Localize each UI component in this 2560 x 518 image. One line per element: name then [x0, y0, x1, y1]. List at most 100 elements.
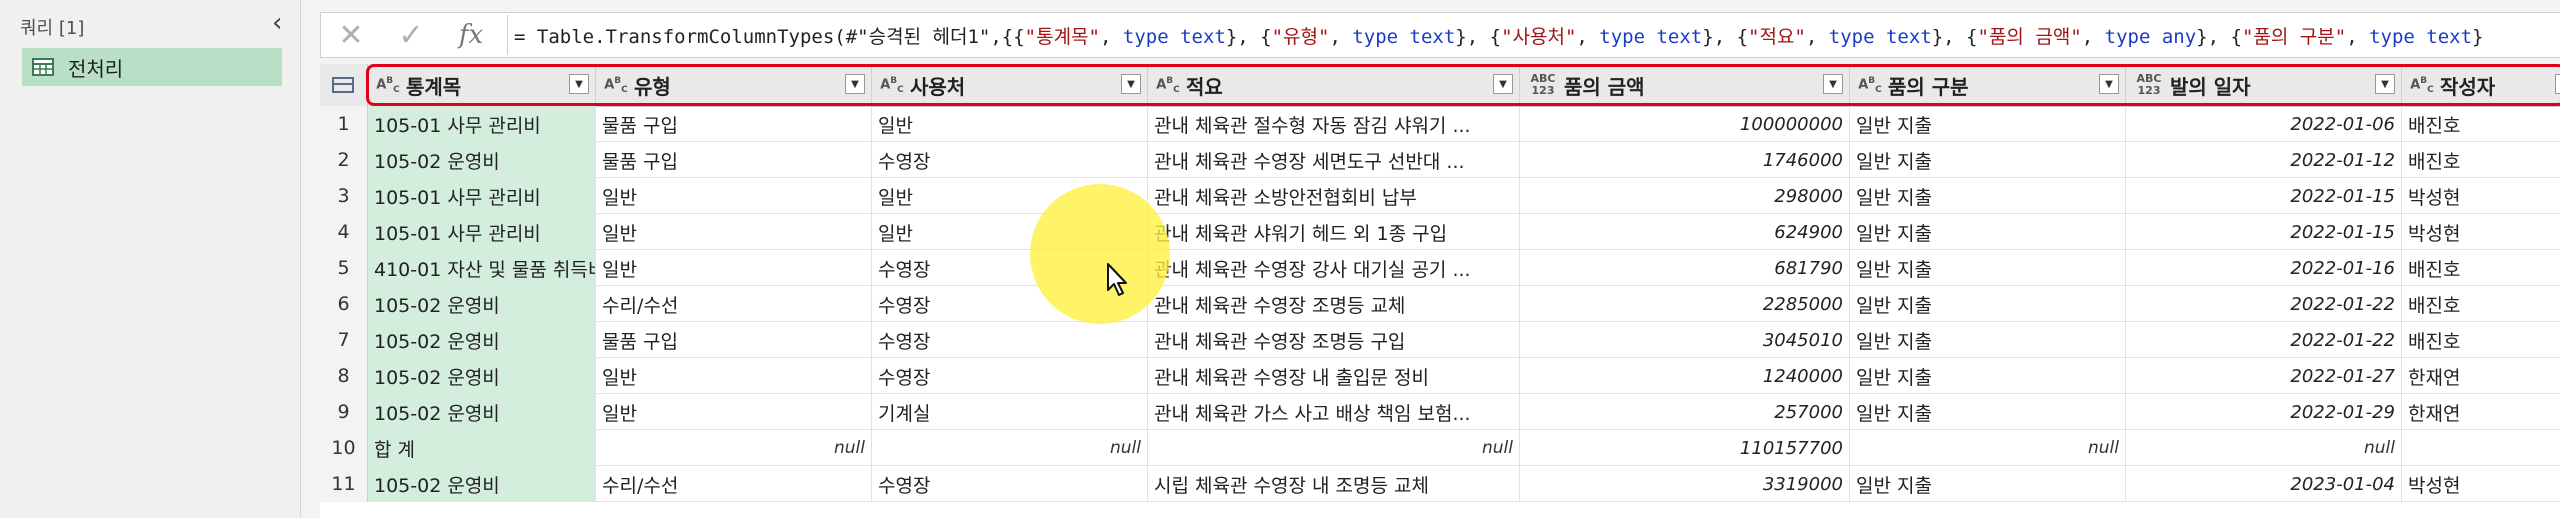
table-cell[interactable]: 1240000	[1520, 358, 1850, 394]
table-cell[interactable]: 한재연	[2402, 358, 2560, 394]
row-number[interactable]: 8	[320, 358, 368, 394]
row-number[interactable]: 1	[320, 106, 368, 142]
table-cell[interactable]: 배진호	[2402, 106, 2560, 142]
table-row[interactable]: 3 105-01 사무 관리비 일반 일반 관내 체육관 소방안전협회비 납부 29800…	[320, 178, 2560, 214]
table-cell[interactable]: 일반 지출	[1850, 358, 2126, 394]
any-type-icon[interactable]: ABC 123	[1528, 73, 1558, 97]
table-cell[interactable]: 2285000	[1520, 286, 1850, 322]
filter-dropdown-icon[interactable]: ▼	[2555, 74, 2560, 94]
column-header[interactable]: ABC 사용처 ▼	[872, 64, 1148, 106]
table-cell[interactable]: 수영장	[872, 322, 1148, 358]
table-cell[interactable]: 298000	[1520, 178, 1850, 214]
table-cell[interactable]: 수영장	[872, 466, 1148, 502]
table-cell[interactable]: 110157700	[1520, 430, 1850, 466]
table-cell[interactable]: 410-01 자산 및 물품 취득비	[368, 250, 596, 286]
table-cell[interactable]: 2022-01-16	[2126, 250, 2402, 286]
table-cell[interactable]: 박성현	[2402, 178, 2560, 214]
table-cell[interactable]: 관내 체육관 절수형 자동 잠김 샤워기 ...	[1148, 106, 1520, 142]
table-row[interactable]: 8 105-02 운영비 일반 수영장 관내 체육관 수영장 내 출입문 정비 12400…	[320, 358, 2560, 394]
text-type-icon[interactable]: ABC	[880, 75, 904, 96]
table-cell[interactable]: 일반	[596, 358, 872, 394]
column-header[interactable]: ABC 통계목 ▼	[368, 64, 596, 106]
table-cell[interactable]: 2022-01-27	[2126, 358, 2402, 394]
column-header[interactable]: ABC 작성자 ▼	[2402, 64, 2560, 106]
table-cell[interactable]: 일반 지출	[1850, 286, 2126, 322]
table-cell[interactable]: 681790	[1520, 250, 1850, 286]
table-cell[interactable]: 물품 구입	[596, 322, 872, 358]
cancel-icon[interactable]: ✕	[321, 18, 381, 53]
table-cell[interactable]: 관내 체육관 수영장 세면도구 선반대 ...	[1148, 142, 1520, 178]
row-number[interactable]: 6	[320, 286, 368, 322]
table-cell[interactable]: 일반	[872, 214, 1148, 250]
text-type-icon[interactable]: ABC	[1858, 75, 1882, 96]
table-cell[interactable]: 일반	[596, 214, 872, 250]
table-cell[interactable]: null	[1148, 430, 1520, 466]
row-number[interactable]: 10	[320, 430, 368, 466]
formula-input[interactable]: = Table.TransformColumnTypes(#"승격된 헤더1",…	[514, 22, 2483, 49]
table-cell[interactable]: 일반	[872, 178, 1148, 214]
table-cell[interactable]: null	[1850, 430, 2126, 466]
table-cell[interactable]: 1746000	[1520, 142, 1850, 178]
table-cell[interactable]: 한재연	[2402, 394, 2560, 430]
table-cell[interactable]: 105-01 사무 관리비	[368, 214, 596, 250]
table-cell[interactable]: 2022-01-15	[2126, 214, 2402, 250]
table-row[interactable]: 2 105-02 운영비 물품 구입 수영장 관내 체육관 수영장 세면도구 선반대 .…	[320, 142, 2560, 178]
table-cell[interactable]	[2402, 430, 2560, 466]
table-cell[interactable]: 2022-01-22	[2126, 286, 2402, 322]
table-cell[interactable]: 관내 체육관 소방안전협회비 납부	[1148, 178, 1520, 214]
table-row[interactable]: 4 105-01 사무 관리비 일반 일반 관내 체육관 샤워기 헤드 외 1종 구입 6…	[320, 214, 2560, 250]
table-row[interactable]: 7 105-02 운영비 물품 구입 수영장 관내 체육관 수영장 조명등 구입 3045…	[320, 322, 2560, 358]
table-cell[interactable]: 624900	[1520, 214, 1850, 250]
confirm-icon[interactable]: ✓	[381, 18, 441, 53]
table-cell[interactable]: 100000000	[1520, 106, 1850, 142]
table-cell[interactable]: 일반	[596, 178, 872, 214]
table-cell[interactable]: 일반 지출	[1850, 322, 2126, 358]
table-cell[interactable]: null	[872, 430, 1148, 466]
table-cell[interactable]: 일반	[596, 250, 872, 286]
table-row[interactable]: 10 합 계 null null null 110157700 null null	[320, 430, 2560, 466]
table-cell[interactable]: 배진호	[2402, 322, 2560, 358]
filter-dropdown-icon[interactable]: ▼	[1823, 74, 1843, 94]
any-type-icon[interactable]: ABC 123	[2134, 73, 2164, 97]
table-cell[interactable]: 105-02 운영비	[368, 286, 596, 322]
table-cell[interactable]: 2022-01-22	[2126, 322, 2402, 358]
table-cell[interactable]: 수영장	[872, 142, 1148, 178]
table-cell[interactable]: 박성현	[2402, 214, 2560, 250]
column-header[interactable]: ABC 유형 ▼	[596, 64, 872, 106]
table-cell[interactable]: null	[596, 430, 872, 466]
table-cell[interactable]: 기계실	[872, 394, 1148, 430]
table-cell[interactable]: 3045010	[1520, 322, 1850, 358]
table-cell[interactable]: 관내 체육관 가스 사고 배상 책임 보험...	[1148, 394, 1520, 430]
row-number[interactable]: 7	[320, 322, 368, 358]
table-cell[interactable]: 일반 지출	[1850, 466, 2126, 502]
table-cell[interactable]: 3319000	[1520, 466, 1850, 502]
text-type-icon[interactable]: ABC	[2410, 75, 2434, 96]
table-cell[interactable]: 배진호	[2402, 250, 2560, 286]
table-cell[interactable]: 배진호	[2402, 286, 2560, 322]
column-header[interactable]: ABC 품의 구분 ▼	[1850, 64, 2126, 106]
table-cell[interactable]: 257000	[1520, 394, 1850, 430]
table-cell[interactable]: 2022-01-29	[2126, 394, 2402, 430]
column-header[interactable]: ABC 123 품의 금액 ▼	[1520, 64, 1850, 106]
query-item[interactable]: 전처리	[22, 48, 282, 86]
table-cell[interactable]: 수영장	[872, 286, 1148, 322]
table-cell[interactable]: 관내 체육관 수영장 내 출입문 정비	[1148, 358, 1520, 394]
table-cell[interactable]: 일반 지출	[1850, 250, 2126, 286]
text-type-icon[interactable]: ABC	[1156, 75, 1180, 96]
table-cell[interactable]: 관내 체육관 수영장 조명등 교체	[1148, 286, 1520, 322]
collapse-pane-icon[interactable]: ‹	[272, 10, 282, 36]
table-cell[interactable]: 105-02 운영비	[368, 322, 596, 358]
table-cell[interactable]: 관내 체육관 수영장 조명등 구입	[1148, 322, 1520, 358]
table-cell[interactable]: 2023-01-04	[2126, 466, 2402, 502]
table-cell[interactable]: 2022-01-06	[2126, 106, 2402, 142]
table-row[interactable]: 1 105-01 사무 관리비 물품 구입 일반 관내 체육관 절수형 자동 잠김 샤워…	[320, 106, 2560, 142]
table-row[interactable]: 9 105-02 운영비 일반 기계실 관내 체육관 가스 사고 배상 책임 보험...…	[320, 394, 2560, 430]
filter-dropdown-icon[interactable]: ▼	[1493, 74, 1513, 94]
filter-dropdown-icon[interactable]: ▼	[2375, 74, 2395, 94]
table-cell[interactable]: 2022-01-15	[2126, 178, 2402, 214]
filter-dropdown-icon[interactable]: ▼	[569, 74, 589, 94]
filter-dropdown-icon[interactable]: ▼	[1121, 74, 1141, 94]
row-number[interactable]: 3	[320, 178, 368, 214]
table-cell[interactable]: 박성현	[2402, 466, 2560, 502]
fx-icon[interactable]: fx	[441, 20, 501, 50]
